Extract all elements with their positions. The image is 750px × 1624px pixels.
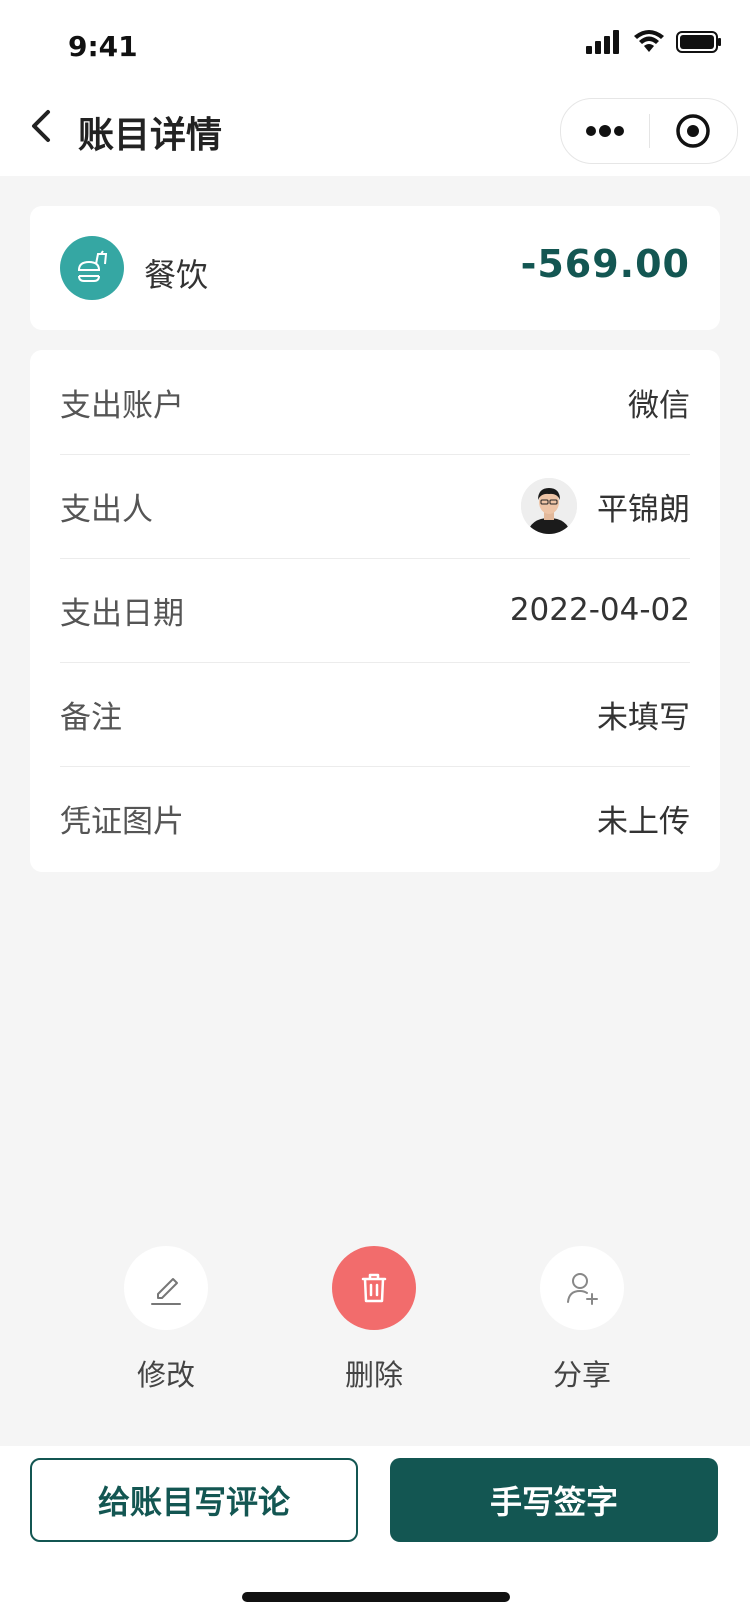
pencil-icon <box>151 1278 181 1305</box>
detail-value: 未上传 <box>597 803 690 840</box>
edit-action[interactable]: 修改 <box>96 1246 236 1394</box>
back-button[interactable] <box>24 106 64 146</box>
edit-button[interactable] <box>124 1246 208 1330</box>
detail-label: 凭证图片 <box>60 803 184 840</box>
detail-row-date: 支出日期 2022-04-02 <box>60 558 690 663</box>
battery-icon <box>676 31 721 53</box>
detail-row-note: 备注 未填写 <box>60 662 690 767</box>
detail-value: 2022-04-02 <box>509 592 690 628</box>
detail-row-payer: 支出人 平锦朗 <box>60 454 690 559</box>
detail-row-account: 支出账户 微信 <box>60 350 690 455</box>
category-name: 餐饮 <box>144 256 209 294</box>
action-bar: 修改 删除 分享 <box>0 1246 750 1396</box>
detail-label: 支出人 <box>60 491 153 528</box>
delete-action[interactable]: 删除 <box>304 1246 444 1394</box>
dining-category-icon <box>60 236 124 300</box>
user-add-icon <box>567 1273 598 1305</box>
detail-value: 未填写 <box>597 699 690 736</box>
detail-value: 微信 <box>628 387 690 424</box>
payer-value: 平锦朗 <box>521 478 690 534</box>
amount: -569.00 <box>520 242 690 286</box>
detail-row-receipt: 凭证图片 未上传 <box>60 766 690 870</box>
close-mini-program-button[interactable] <box>650 99 738 163</box>
status-time: 9:41 <box>68 30 138 63</box>
delete-label: 删除 <box>344 1358 403 1392</box>
signal-icon <box>586 30 619 54</box>
detail-label: 备注 <box>60 699 122 736</box>
chevron-left-icon <box>32 110 50 142</box>
detail-label: 支出日期 <box>60 595 184 632</box>
comment-button[interactable]: 给账目写评论 <box>30 1458 358 1542</box>
top-bar: 9:41 账目详情 <box>0 0 750 176</box>
status-icons <box>586 30 722 54</box>
wifi-icon <box>634 30 664 52</box>
trash-icon <box>361 1273 387 1303</box>
detail-label: 支出账户 <box>60 387 184 424</box>
home-indicator <box>242 1592 510 1602</box>
avatar <box>521 478 577 534</box>
sign-button[interactable]: 手写签字 <box>390 1458 718 1542</box>
more-dots-icon <box>585 125 624 137</box>
share-button[interactable] <box>540 1246 624 1330</box>
delete-button[interactable] <box>332 1246 416 1330</box>
summary-card: 餐饮 -569.00 <box>30 206 720 330</box>
target-icon <box>676 114 710 148</box>
details-card: 支出账户 微信 支出人 平锦朗 支出日期 2022-04-02 备注 未填写 凭… <box>30 350 720 872</box>
more-button[interactable] <box>561 99 649 163</box>
payer-name: 平锦朗 <box>597 491 690 528</box>
share-label: 分享 <box>552 1358 611 1392</box>
page-title: 账目详情 <box>78 115 223 156</box>
mini-program-capsule <box>560 98 738 164</box>
share-action[interactable]: 分享 <box>512 1246 652 1394</box>
edit-label: 修改 <box>136 1358 195 1392</box>
